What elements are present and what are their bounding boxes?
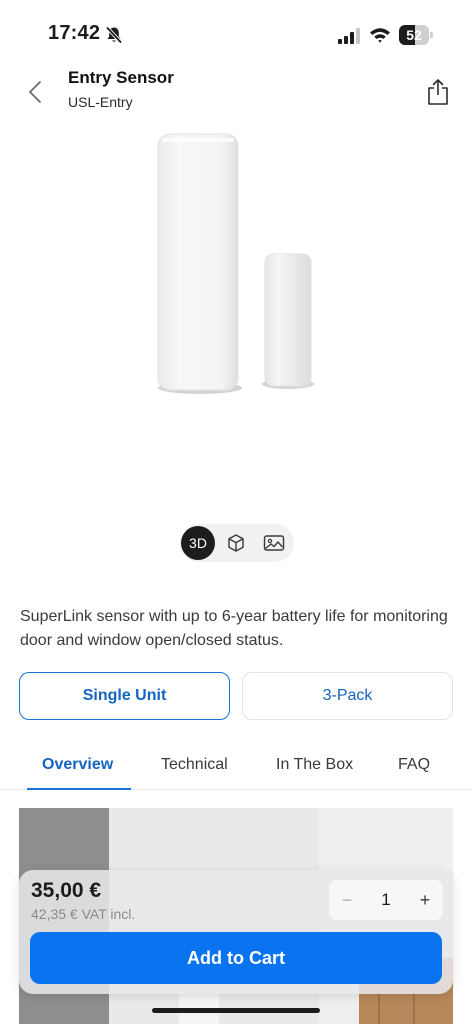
status-bar: 17:42 52: [0, 0, 472, 64]
quantity-stepper: − 1 +: [329, 880, 443, 920]
price: 35,00 €: [31, 879, 102, 902]
page-subtitle: USL-Entry: [68, 94, 133, 110]
chevron-left-icon: [29, 81, 41, 103]
page-title: Entry Sensor: [68, 68, 174, 87]
minus-icon: −: [341, 889, 353, 910]
signal-icon: [338, 28, 360, 44]
decrease-quantity-button[interactable]: −: [329, 880, 365, 920]
product-image: [157, 133, 314, 394]
product-description: SuperLink sensor with up to 6-year batte…: [20, 608, 448, 649]
header-title-block: Entry Sensor USL-Entry: [68, 68, 174, 110]
vat-note: 42,35 € VAT incl.: [31, 906, 136, 922]
tab-overview[interactable]: Overview: [42, 756, 113, 774]
variant-label: Single Unit: [82, 687, 167, 704]
quantity-value: 1: [381, 890, 391, 909]
photo-icon: [263, 535, 285, 551]
share-icon: [428, 79, 448, 105]
add-to-cart-button[interactable]: Add to Cart: [30, 932, 442, 984]
active-tab-indicator: [27, 788, 131, 790]
cube-icon: [228, 534, 244, 552]
view-3d-label: 3D: [189, 535, 207, 551]
wifi-icon: [370, 28, 390, 43]
battery-icon: 52: [399, 25, 433, 45]
view-mode-toggle: 3D: [180, 524, 294, 562]
variant-single-unit-button[interactable]: Single Unit: [19, 672, 230, 720]
back-button[interactable]: [18, 74, 52, 110]
plus-icon: +: [419, 889, 431, 910]
cart-panel: 35,00 € 42,35 € VAT incl. − 1 + Add to C…: [19, 870, 453, 994]
variant-label: 3-Pack: [322, 687, 373, 704]
tab-in-the-box[interactable]: In The Box: [276, 756, 353, 774]
variant-3-pack-button[interactable]: 3-Pack: [242, 672, 453, 720]
battery-percent: 52: [406, 27, 422, 43]
tab-faq[interactable]: FAQ: [398, 756, 430, 774]
increase-quantity-button[interactable]: +: [407, 880, 443, 920]
bell-slash-icon: [105, 26, 123, 44]
add-to-cart-label: Add to Cart: [187, 947, 285, 968]
status-time: 17:42: [48, 22, 101, 44]
view-photo-button[interactable]: [257, 526, 291, 560]
tab-technical[interactable]: Technical: [161, 756, 228, 774]
view-3d-button[interactable]: 3D: [181, 526, 215, 560]
home-indicator: [152, 1008, 320, 1013]
share-button[interactable]: [420, 74, 456, 110]
view-ar-button[interactable]: [219, 526, 253, 560]
tab-bar: Overview Technical In The Box FAQ: [0, 744, 472, 790]
